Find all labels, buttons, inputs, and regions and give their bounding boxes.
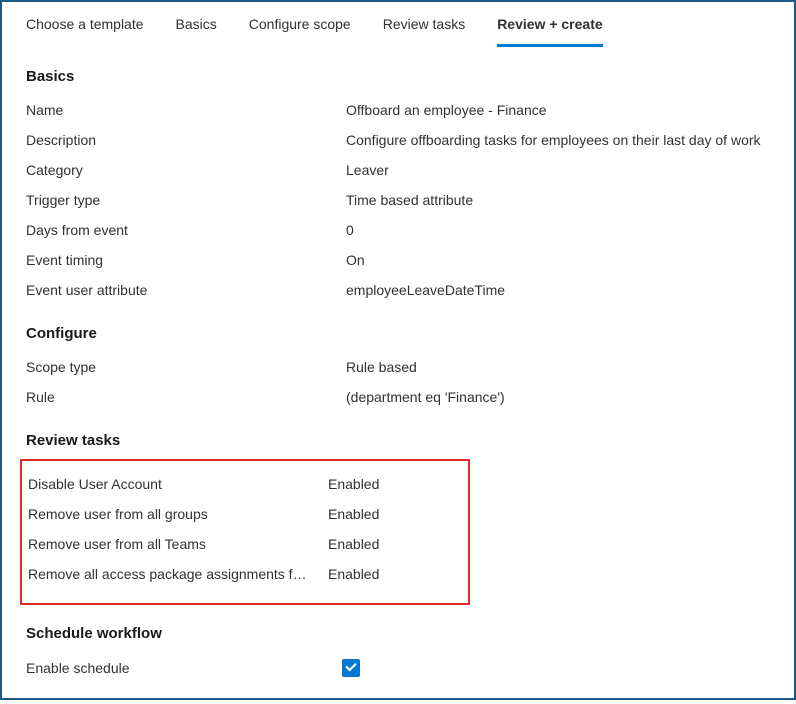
value-description: Configure offboarding tasks for employee… bbox=[346, 132, 761, 148]
label-event-user-attribute: Event user attribute bbox=[26, 282, 346, 298]
label-trigger-type: Trigger type bbox=[26, 192, 346, 208]
row-days-from-event: Days from event 0 bbox=[26, 215, 770, 245]
label-days-from-event: Days from event bbox=[26, 222, 346, 238]
checkbox-enable-schedule[interactable] bbox=[342, 659, 360, 677]
tab-configure-scope[interactable]: Configure scope bbox=[249, 16, 351, 47]
value-scope-type: Rule based bbox=[346, 359, 417, 375]
row-scope-type: Scope type Rule based bbox=[26, 352, 770, 382]
review-tasks-highlight: Disable User Account Enabled Remove user… bbox=[20, 459, 470, 605]
task-row: Remove user from all Teams Enabled bbox=[26, 529, 464, 559]
label-enable-schedule: Enable schedule bbox=[26, 660, 346, 676]
task-row: Remove user from all groups Enabled bbox=[26, 499, 464, 529]
task-status: Enabled bbox=[328, 536, 379, 552]
section-basics-header: Basics bbox=[26, 68, 770, 85]
row-event-user-attribute: Event user attribute employeeLeaveDateTi… bbox=[26, 275, 770, 305]
task-label: Remove user from all groups bbox=[28, 506, 328, 522]
tab-review-tasks[interactable]: Review tasks bbox=[383, 16, 465, 47]
task-label: Remove all access package assignments f… bbox=[28, 566, 328, 582]
task-status: Enabled bbox=[328, 476, 379, 492]
label-rule: Rule bbox=[26, 389, 346, 405]
label-category: Category bbox=[26, 162, 346, 178]
label-name: Name bbox=[26, 102, 346, 118]
row-name: Name Offboard an employee - Finance bbox=[26, 95, 770, 125]
row-enable-schedule: Enable schedule bbox=[26, 652, 770, 684]
value-name: Offboard an employee - Finance bbox=[346, 102, 547, 118]
value-event-timing: On bbox=[346, 252, 365, 268]
value-days-from-event: 0 bbox=[346, 222, 354, 238]
task-status: Enabled bbox=[328, 566, 379, 582]
tab-bar: Choose a template Basics Configure scope… bbox=[2, 2, 794, 48]
value-rule: (department eq 'Finance') bbox=[346, 389, 505, 405]
content-area: Basics Name Offboard an employee - Finan… bbox=[2, 48, 794, 704]
label-event-timing: Event timing bbox=[26, 252, 346, 268]
checkmark-icon bbox=[344, 660, 358, 677]
label-scope-type: Scope type bbox=[26, 359, 346, 375]
row-rule: Rule (department eq 'Finance') bbox=[26, 382, 770, 412]
section-configure-header: Configure bbox=[26, 325, 770, 342]
section-review-tasks-header: Review tasks bbox=[26, 432, 770, 449]
value-trigger-type: Time based attribute bbox=[346, 192, 473, 208]
row-category: Category Leaver bbox=[26, 155, 770, 185]
tab-choose-template[interactable]: Choose a template bbox=[26, 16, 144, 47]
task-row: Remove all access package assignments f…… bbox=[26, 559, 464, 589]
row-event-timing: Event timing On bbox=[26, 245, 770, 275]
tab-review-create[interactable]: Review + create bbox=[497, 16, 602, 47]
tab-basics[interactable]: Basics bbox=[176, 16, 217, 47]
section-schedule-workflow-header: Schedule workflow bbox=[26, 625, 770, 642]
label-description: Description bbox=[26, 132, 346, 148]
row-description: Description Configure offboarding tasks … bbox=[26, 125, 770, 155]
task-status: Enabled bbox=[328, 506, 379, 522]
task-row: Disable User Account Enabled bbox=[26, 469, 464, 499]
task-label: Disable User Account bbox=[28, 476, 328, 492]
value-category: Leaver bbox=[346, 162, 389, 178]
row-trigger-type: Trigger type Time based attribute bbox=[26, 185, 770, 215]
task-label: Remove user from all Teams bbox=[28, 536, 328, 552]
value-event-user-attribute: employeeLeaveDateTime bbox=[346, 282, 505, 298]
